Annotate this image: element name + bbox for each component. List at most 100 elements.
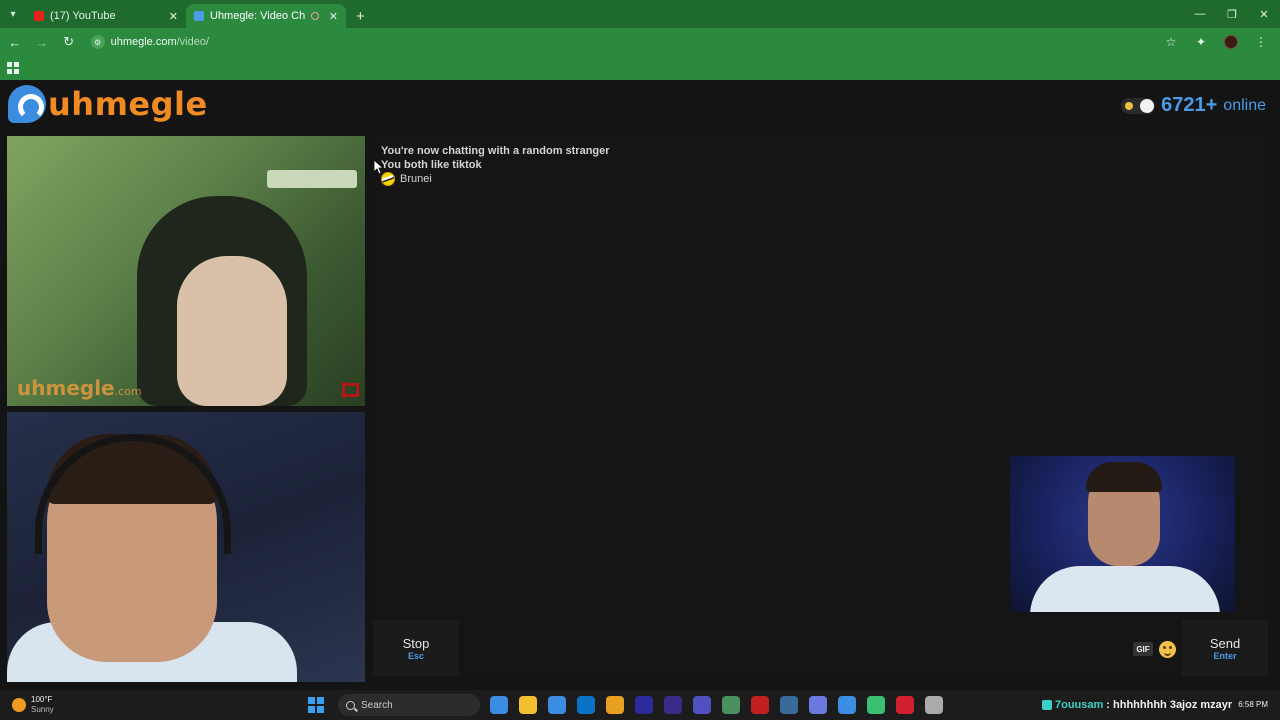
address-bar[interactable]: ⚙ uhmegle.com/video/: [86, 31, 1161, 53]
close-tab-icon[interactable]: ✕: [329, 10, 338, 23]
report-flag-icon[interactable]: [341, 382, 359, 398]
tab-title: Uhmegle: Video Chat | Ome: [210, 10, 305, 22]
recording-indicator-icon: [310, 12, 319, 20]
weather-widget[interactable]: 100°F Sunny: [0, 695, 300, 715]
taskbar-app-icon[interactable]: [838, 696, 856, 714]
online-label: online: [1223, 96, 1266, 114]
new-tab-plus-icon[interactable]: +: [346, 4, 375, 28]
browser-toolbar: ← → ↻ ⚙ uhmegle.com/video/ ☆ ✦ ⋮: [0, 28, 1280, 56]
message-input[interactable]: GIF: [463, 620, 1178, 676]
send-label: Send: [1209, 635, 1241, 651]
tab-youtube[interactable]: (17) YouTube ✕: [26, 4, 186, 28]
logo-text: uhmegle: [48, 85, 208, 123]
chat-controls: Stop Esc GIF Send Enter: [373, 620, 1268, 686]
taskbar-app-icon[interactable]: [693, 696, 711, 714]
uhmegle-favicon-icon: [194, 11, 204, 21]
stop-button[interactable]: Stop Esc: [373, 620, 459, 676]
weather-temp: 100°F: [31, 695, 53, 704]
system-message: You're now chatting with a random strang…: [381, 145, 610, 157]
self-video: [7, 412, 365, 682]
bookmarks-bar: [0, 56, 1280, 80]
forward-arrow-icon[interactable]: →: [30, 30, 54, 54]
gif-button[interactable]: GIF: [1133, 642, 1153, 656]
close-tab-icon[interactable]: ✕: [169, 10, 178, 23]
taskbar-search[interactable]: Search: [338, 694, 480, 716]
system-message: You both like tiktok: [381, 159, 482, 171]
window-controls: — ❐ ✕: [1184, 0, 1280, 28]
taskbar-app-icon[interactable]: [548, 696, 566, 714]
tab-uhmegle[interactable]: Uhmegle: Video Chat | Ome ✕: [186, 4, 346, 28]
chat-ticker: 7ouusam : hhhhhhhh 3ajoz mzayr: [1042, 699, 1232, 711]
taskbar-app-icon[interactable]: [664, 696, 682, 714]
taskbar-app-icon[interactable]: [867, 696, 885, 714]
clock-time: 6:58 PM: [1238, 700, 1268, 709]
stop-label: Stop: [402, 635, 430, 651]
sun-icon: [1125, 101, 1134, 110]
close-window-icon[interactable]: ✕: [1248, 0, 1280, 28]
stranger-hands: [177, 256, 287, 406]
windows-start-icon[interactable]: [308, 697, 324, 713]
weather-condition: Sunny: [31, 705, 54, 714]
emoji-icon[interactable]: [1159, 641, 1176, 658]
ticker-text: : hhhhhhhh 3ajoz mzayr: [1106, 699, 1233, 711]
minimize-icon[interactable]: —: [1184, 0, 1216, 28]
restore-icon[interactable]: ❐: [1216, 0, 1248, 28]
taskbar-app-icon[interactable]: [635, 696, 653, 714]
site-logo[interactable]: uhmegle: [8, 84, 208, 124]
tab-search-chevron-icon[interactable]: ▾: [0, 0, 26, 28]
taskbar-app-icon[interactable]: [490, 696, 508, 714]
video-watermark: uhmegle.com: [17, 376, 142, 400]
search-placeholder: Search: [361, 699, 393, 711]
apps-grid-icon[interactable]: [7, 62, 19, 74]
bookmark-star-icon[interactable]: ☆: [1160, 31, 1182, 53]
logo-bubble-icon: [8, 85, 46, 123]
back-arrow-icon[interactable]: ←: [3, 30, 27, 54]
search-icon: [346, 700, 355, 710]
system-tray: 7ouusam : hhhhhhhh 3ajoz mzayr 6:58 PM: [1042, 699, 1280, 711]
send-button[interactable]: Send Enter: [1182, 620, 1268, 676]
send-shortcut: Enter: [1213, 650, 1237, 661]
taskbar-app-icon[interactable]: [577, 696, 595, 714]
youtube-favicon-icon: [34, 11, 44, 21]
extensions-icon[interactable]: ✦: [1190, 31, 1212, 53]
taskbar-app-icon[interactable]: [519, 696, 537, 714]
online-counter: 6721+ online: [1121, 94, 1266, 117]
country-name: Brunei: [400, 173, 432, 185]
ticker-icon: [1042, 700, 1052, 710]
profile-avatar-icon: [1224, 35, 1239, 49]
browser-tab-bar: ▾ (17) YouTube ✕ Uhmegle: Video Chat | O…: [0, 0, 1280, 28]
taskbar-app-icon[interactable]: [896, 696, 914, 714]
url-host: uhmegle.com: [110, 36, 177, 48]
url-text: uhmegle.com/video/: [111, 36, 209, 48]
taskbar-clock[interactable]: 6:58 PM: [1238, 700, 1268, 710]
pinned-apps: [490, 696, 943, 714]
watermark-suffix: .com: [114, 385, 142, 398]
theme-toggle[interactable]: [1121, 97, 1156, 114]
background-air-conditioner: [267, 170, 357, 188]
toolbar-right: ☆ ✦ ⋮: [1160, 31, 1280, 53]
taskbar-app-icon[interactable]: [780, 696, 798, 714]
online-count: 6721+: [1161, 94, 1218, 116]
tab-title: (17) YouTube: [50, 10, 116, 22]
page-content: uhmegle 6721+ online uhmegle.com You're …: [0, 80, 1280, 690]
toggle-knob: [1140, 98, 1155, 113]
windows-taskbar: 100°F Sunny Search 7ouusam : hhhhhhhh 3a…: [0, 690, 1280, 720]
taskbar-app-icon[interactable]: [925, 696, 943, 714]
taskbar-app-icon[interactable]: [606, 696, 624, 714]
stranger-country: Brunei: [381, 172, 1260, 186]
brunei-flag-icon: [381, 172, 395, 186]
streamer-webcam-overlay: [1010, 456, 1235, 612]
stop-shortcut: Esc: [407, 650, 424, 661]
taskbar-app-icon[interactable]: [809, 696, 827, 714]
site-info-icon[interactable]: ⚙: [90, 35, 105, 49]
taskbar-app-icon[interactable]: [722, 696, 740, 714]
reload-icon[interactable]: ↻: [57, 30, 81, 54]
menu-kebab-icon[interactable]: ⋮: [1250, 31, 1272, 53]
profile-avatar[interactable]: [1220, 31, 1242, 53]
webcam-hair: [1086, 462, 1162, 492]
url-path: /video/: [176, 36, 210, 48]
taskbar-app-icon[interactable]: [751, 696, 769, 714]
weather-text: 100°F Sunny: [31, 695, 54, 715]
webcam-shirt: [1030, 566, 1220, 612]
weather-sun-icon: [12, 698, 26, 712]
